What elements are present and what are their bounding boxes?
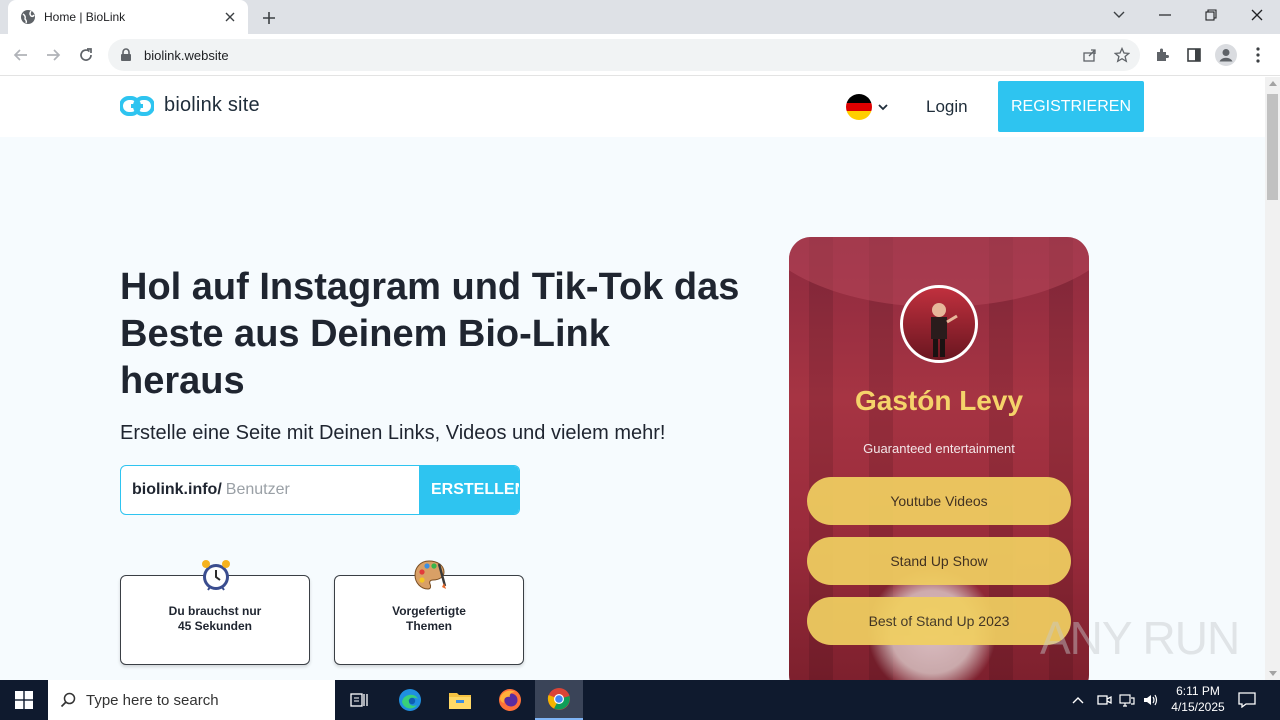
edge-browser-icon[interactable] bbox=[386, 680, 434, 720]
network-icon[interactable] bbox=[1117, 680, 1137, 720]
anyrun-watermark: ANY RUN bbox=[1040, 611, 1240, 665]
close-window-button[interactable] bbox=[1234, 0, 1280, 30]
taskbar-clock[interactable]: 6:11 PM 4/15/2025 bbox=[1160, 683, 1236, 715]
username-input[interactable] bbox=[221, 466, 412, 514]
taskbar-search-box[interactable]: Type here to search bbox=[48, 680, 335, 720]
chrome-icon[interactable] bbox=[535, 680, 583, 720]
meet-now-icon[interactable] bbox=[1094, 680, 1114, 720]
task-view-icon[interactable] bbox=[336, 680, 384, 720]
windows-start-icon[interactable] bbox=[0, 680, 48, 720]
avatar bbox=[900, 285, 978, 363]
preview-tagline: Guaranteed entertainment bbox=[863, 441, 1015, 456]
close-tab-icon[interactable] bbox=[222, 9, 238, 25]
feature-text: Vorgefertigte Themen bbox=[392, 604, 466, 633]
site-header: biolink site Login REGISTRIEREN bbox=[0, 77, 1265, 137]
firefox-icon[interactable] bbox=[486, 680, 534, 720]
browser-tab-strip: Home | BioLink bbox=[0, 0, 1280, 34]
logo-text: biolink site bbox=[164, 94, 260, 116]
preview-name: Gastón Levy bbox=[854, 385, 1024, 416]
lock-icon[interactable] bbox=[120, 48, 134, 62]
de-flag-icon bbox=[846, 94, 872, 120]
clock-date: 4/15/2025 bbox=[1171, 700, 1225, 714]
search-icon bbox=[60, 692, 76, 708]
search-placeholder: Type here to search bbox=[86, 691, 219, 709]
tab-search-chevron-icon[interactable] bbox=[1096, 0, 1142, 30]
site-logo[interactable]: biolink site bbox=[120, 94, 260, 117]
page-viewport: biolink site Login REGISTRIEREN Hol auf … bbox=[0, 77, 1265, 680]
page-scrollbar[interactable] bbox=[1265, 77, 1280, 680]
watermark-text: ANY RUN bbox=[1040, 612, 1240, 664]
alarm-clock-icon bbox=[199, 558, 233, 592]
scroll-up-arrow-icon[interactable] bbox=[1269, 81, 1277, 86]
reload-icon[interactable] bbox=[73, 42, 99, 68]
hero-title: Hol auf Instagram und Tik-Tok das Beste … bbox=[120, 266, 740, 402]
tab-title: Home | BioLink bbox=[44, 10, 126, 24]
feature-card-themes: Vorgefertigte Themen bbox=[334, 560, 524, 665]
chevron-down-icon bbox=[878, 103, 888, 111]
minimize-button[interactable] bbox=[1142, 0, 1188, 30]
preview-link-button[interactable]: Youtube Videos bbox=[807, 477, 1071, 525]
register-button[interactable]: REGISTRIEREN bbox=[998, 81, 1144, 132]
extensions-icon[interactable] bbox=[1149, 42, 1175, 68]
notifications-icon[interactable] bbox=[1236, 680, 1258, 720]
menu-kebab-icon[interactable] bbox=[1245, 42, 1271, 68]
language-selector[interactable] bbox=[846, 94, 888, 120]
feature-text: Du brauchst nur 45 Sekunden bbox=[168, 604, 262, 633]
browser-tab[interactable]: Home | BioLink bbox=[8, 0, 248, 34]
chain-link-icon bbox=[120, 95, 154, 116]
profile-icon[interactable] bbox=[1213, 42, 1239, 68]
hero-subtitle: Erstelle eine Seite mit Deinen Links, Vi… bbox=[120, 422, 666, 444]
url-text: biolink.website bbox=[144, 47, 229, 63]
clock-time: 6:11 PM bbox=[1176, 684, 1220, 698]
login-link[interactable]: Login bbox=[926, 97, 968, 117]
claim-username-form: biolink.info/ ERSTELLEN bbox=[120, 465, 520, 515]
feature-card-speed: Du brauchst nur 45 Sekunden bbox=[120, 560, 310, 665]
palette-icon bbox=[413, 558, 447, 592]
forward-icon[interactable] bbox=[40, 42, 66, 68]
side-panel-icon[interactable] bbox=[1181, 42, 1207, 68]
windows-taskbar: Type here to search 6:11 PM 4/15/2025 bbox=[0, 680, 1280, 720]
create-button[interactable]: ERSTELLEN bbox=[419, 466, 519, 514]
preview-link-button[interactable]: Stand Up Show bbox=[807, 537, 1071, 585]
share-icon[interactable] bbox=[1077, 42, 1103, 68]
volume-icon[interactable] bbox=[1140, 680, 1160, 720]
globe-icon bbox=[20, 9, 36, 25]
claim-url-prefix: biolink.info/ bbox=[132, 481, 222, 498]
scroll-down-arrow-icon[interactable] bbox=[1269, 671, 1277, 676]
address-bar[interactable]: biolink.website bbox=[108, 39, 1140, 71]
tray-chevron-up-icon[interactable] bbox=[1068, 680, 1088, 720]
browser-toolbar: biolink.website bbox=[0, 34, 1280, 76]
preview-link-button[interactable]: Best of Stand Up 2023 bbox=[807, 597, 1071, 645]
new-tab-button[interactable] bbox=[258, 7, 280, 29]
scroll-thumb[interactable] bbox=[1267, 94, 1278, 200]
back-icon[interactable] bbox=[8, 42, 34, 68]
file-explorer-icon[interactable] bbox=[436, 680, 484, 720]
bookmark-star-icon[interactable] bbox=[1109, 42, 1135, 68]
restore-button[interactable] bbox=[1188, 0, 1234, 30]
